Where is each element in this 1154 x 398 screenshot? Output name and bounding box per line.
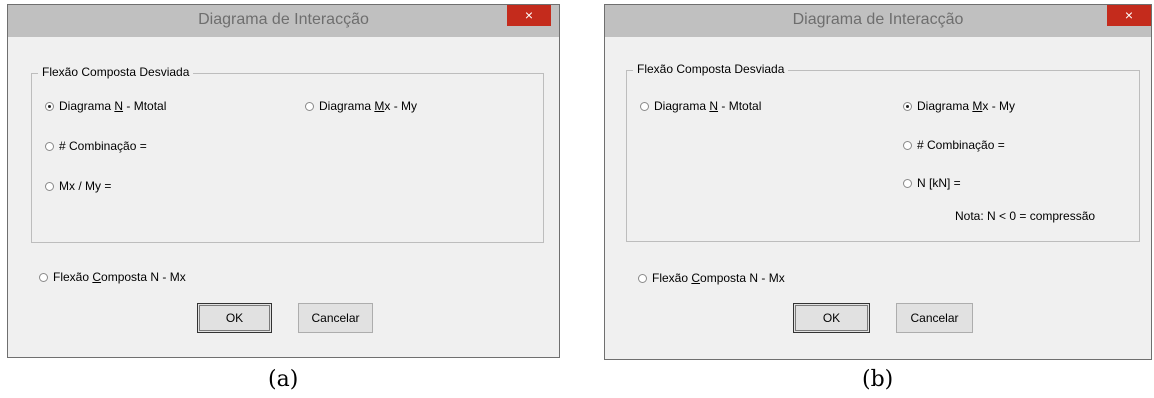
radio-circle-icon xyxy=(638,274,647,283)
radio-label: Diagrama xyxy=(319,99,375,113)
radio-label-mnemonic: M xyxy=(374,99,385,113)
radio-flexao-composta-b[interactable]: Flexão Composta N - Mx xyxy=(638,271,785,285)
dialog-body-b: Flexão Composta Desviada Diagrama N - Mt… xyxy=(613,37,1143,351)
radio-label: x - My xyxy=(384,99,418,113)
titlebar-a: Diagrama de Interacção × xyxy=(8,5,559,37)
radio-label-mnemonic: N xyxy=(709,99,719,113)
radio-mx-over-my-a[interactable]: Mx / My = xyxy=(45,179,111,193)
radio-n-mtotal-a[interactable]: Diagrama N - Mtotal xyxy=(45,99,166,113)
radio-combinacao-a[interactable]: # Combinação = xyxy=(45,139,147,153)
radio-circle-icon xyxy=(640,102,649,111)
dialog-title-b: Diagrama de Interacção xyxy=(792,11,964,28)
cancel-button-b[interactable]: Cancelar xyxy=(896,303,973,333)
group-label-b: Flexão Composta Desviada xyxy=(633,62,789,76)
radio-label-mnemonic: C xyxy=(92,270,102,284)
group-label-a: Flexão Composta Desviada xyxy=(38,65,194,79)
compression-note-b: Nota: N < 0 = compressão xyxy=(955,209,1096,223)
radio-circle-icon xyxy=(903,141,912,150)
dialog-a: Diagrama de Interacção × Flexão Composta… xyxy=(7,4,560,358)
radio-label: Flexão xyxy=(53,270,93,284)
radio-label-mnemonic: N xyxy=(114,99,124,113)
ok-button-b[interactable]: OK xyxy=(793,303,870,333)
radio-label: - Mtotal xyxy=(123,99,167,113)
radio-mx-my-a[interactable]: Diagrama Mx - My xyxy=(305,99,417,113)
cancel-button-a[interactable]: Cancelar xyxy=(298,303,373,333)
radio-label: # Combinação = xyxy=(59,139,147,153)
radio-n-kn-b[interactable]: N [kN] = xyxy=(903,176,961,190)
dialog-b: Diagrama de Interacção × Flexão Composta… xyxy=(604,4,1152,360)
ok-button-a[interactable]: OK xyxy=(197,303,272,333)
radio-label: Diagrama xyxy=(654,99,710,113)
close-button-b[interactable]: × xyxy=(1107,5,1151,26)
radio-circle-icon xyxy=(903,179,912,188)
titlebar-b: Diagrama de Interacção × xyxy=(605,5,1151,37)
radio-circle-selected-icon xyxy=(45,102,54,111)
radio-circle-selected-icon xyxy=(903,102,912,111)
dialog-title-a: Diagrama de Interacção xyxy=(198,11,369,28)
radio-mx-my-b[interactable]: Diagrama Mx - My xyxy=(903,99,1015,113)
radio-label-mnemonic: C xyxy=(691,271,701,285)
radio-label: Diagrama xyxy=(59,99,115,113)
radio-combinacao-b[interactable]: # Combinação = xyxy=(903,138,1005,152)
radio-label: omposta N - Mx xyxy=(101,270,186,284)
radio-label-mnemonic: M xyxy=(972,99,983,113)
close-button-a[interactable]: × xyxy=(507,5,551,26)
radio-label: N [kN] = xyxy=(917,176,961,190)
radio-label: Flexão xyxy=(652,271,692,285)
radio-circle-icon xyxy=(45,142,54,151)
radio-circle-icon xyxy=(305,102,314,111)
radio-label: # Combinação = xyxy=(917,138,1005,152)
radio-label: Mx / My = xyxy=(59,179,112,193)
radio-label: x - My xyxy=(982,99,1016,113)
radio-circle-icon xyxy=(45,182,54,191)
dialog-body-a: Flexão Composta Desviada Diagrama N - Mt… xyxy=(16,37,551,349)
caption-b: (b) xyxy=(862,367,894,392)
radio-circle-icon xyxy=(39,273,48,282)
radio-label: Diagrama xyxy=(917,99,973,113)
radio-n-mtotal-b[interactable]: Diagrama N - Mtotal xyxy=(640,99,761,113)
radio-label: omposta N - Mx xyxy=(700,271,785,285)
caption-a: (a) xyxy=(268,367,299,392)
radio-flexao-composta-a[interactable]: Flexão Composta N - Mx xyxy=(39,270,186,284)
radio-label: - Mtotal xyxy=(718,99,762,113)
